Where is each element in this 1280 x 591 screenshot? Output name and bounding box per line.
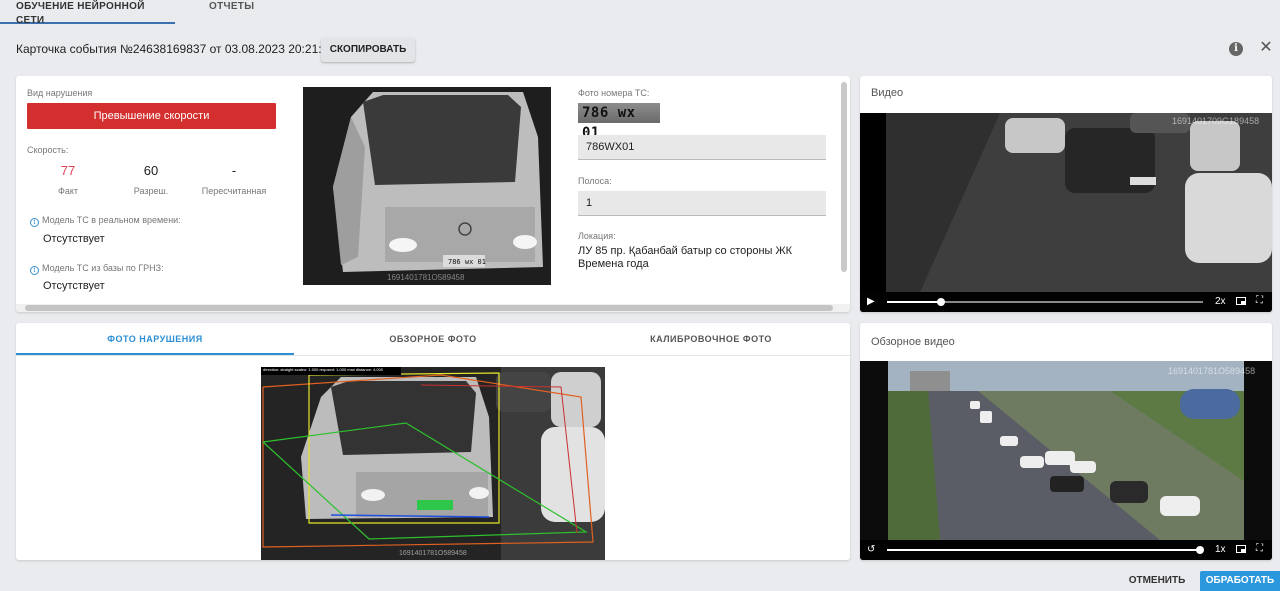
- fullscreen-icon[interactable]: ⛶: [1256, 295, 1263, 306]
- violation-photo-watermark: 1691401781O589458: [399, 550, 467, 557]
- fullscreen-icon[interactable]: ⛶: [1256, 543, 1263, 554]
- vehicle-photo[interactable]: 786 wx 01 1691401781O589458: [303, 87, 551, 285]
- top-tabs: ОБУЧЕНИЕ НЕЙРОННОЙ СЕТИ ОТЧЕТЫ: [0, 0, 265, 26]
- tab-overview-photo[interactable]: ОБЗОРНОЕ ФОТО: [294, 323, 572, 355]
- video-progress[interactable]: [887, 298, 1203, 306]
- horizontal-scrollbar[interactable]: [16, 304, 850, 312]
- photo-tabs-card: ФОТО НАРУШЕНИЯ ОБЗОРНОЕ ФОТО КАЛИБРОВОЧН…: [16, 323, 850, 560]
- overview-video-speed[interactable]: 1x: [1215, 544, 1226, 555]
- overview-video-player[interactable]: 1691401781O589458 ↺ 1x ⛶: [860, 361, 1272, 560]
- event-info-card: Вид нарушения Превышение скорости Скорос…: [16, 76, 850, 312]
- overview-video-progress-fill: [887, 549, 1200, 551]
- info-small-icon: i: [30, 266, 39, 275]
- video-frame: [860, 113, 1272, 292]
- vertical-scrollbar[interactable]: [841, 82, 847, 272]
- tab-neural-training[interactable]: ОБУЧЕНИЕ НЕЙРОННОЙ СЕТИ: [0, 0, 175, 26]
- video-progress-fill: [887, 301, 941, 303]
- picture-in-picture-icon[interactable]: [1236, 545, 1246, 553]
- overview-video-title: Обзорное видео: [871, 336, 955, 348]
- photo-watermark: 1691401781O589458: [387, 273, 465, 282]
- model-db-label: i Модель ТС из базы по ГРНЗ:: [30, 263, 164, 275]
- violation-type-badge: Превышение скорости: [27, 103, 276, 129]
- overview-video-progress[interactable]: [887, 546, 1204, 554]
- lane-label: Полоса:: [578, 176, 612, 186]
- location-label: Локация:: [578, 231, 616, 241]
- speed-label: Скорость:: [27, 145, 69, 155]
- vehicle-photo-image: 786 wx 01: [303, 87, 551, 285]
- overview-video-watermark: 1691401781O589458: [1168, 366, 1256, 376]
- speed-fact-caption: Факт: [57, 186, 78, 196]
- horizontal-scrollbar-thumb[interactable]: [25, 305, 833, 311]
- video-card: Видео 1691401709G189458 ▶ 2x ⛶: [860, 76, 1272, 312]
- overview-video-progress-knob[interactable]: [1195, 546, 1204, 554]
- speed-allowed-caption: Разреш.: [133, 186, 169, 196]
- model-db-value: Отсутствует: [43, 280, 105, 292]
- video-player[interactable]: 1691401709G189458 ▶ 2x ⛶: [860, 113, 1272, 312]
- tabs-divider: [16, 355, 850, 356]
- info-icon[interactable]: i: [1229, 42, 1243, 56]
- overview-video-card: Обзорное видео 1691401781O589458 ↺ 1x ⛶: [860, 323, 1272, 560]
- plate-photo-label: Фото номера ТС:: [578, 88, 650, 98]
- speed-fact-value: 77: [60, 163, 76, 178]
- info-small-icon: i: [30, 218, 39, 227]
- video-progress-knob[interactable]: [936, 298, 945, 306]
- video-title: Видео: [871, 87, 904, 99]
- overview-video-controls: ↺ 1x ⛶: [860, 540, 1272, 560]
- violation-photo[interactable]: direction: straight scaleo: 1.000 requse…: [261, 367, 605, 560]
- replay-icon[interactable]: ↺: [867, 544, 875, 555]
- cancel-button[interactable]: ОТМЕНИТЬ: [1124, 571, 1190, 591]
- overview-video-frame: [860, 361, 1272, 540]
- speed-allowed-value: 60: [143, 163, 159, 178]
- plate-number-field[interactable]: 786WX01: [578, 135, 826, 160]
- lane-field[interactable]: 1: [578, 191, 826, 216]
- process-button[interactable]: ОБРАБОТАТЬ: [1200, 571, 1280, 591]
- model-realtime-value: Отсутствует: [43, 233, 105, 245]
- tab-violation-photo[interactable]: ФОТО НАРУШЕНИЯ: [16, 323, 294, 355]
- video-controls: ▶ 2x ⛶: [860, 292, 1272, 312]
- video-speed[interactable]: 2x: [1215, 296, 1226, 307]
- close-icon[interactable]: ✕: [1258, 40, 1274, 56]
- speed-recalc-value: -: [231, 163, 237, 178]
- picture-in-picture-icon[interactable]: [1236, 297, 1246, 305]
- plate-photo: 786 wx 01: [578, 103, 660, 141]
- copy-button[interactable]: СКОПИРОВАТЬ: [321, 38, 415, 62]
- model-realtime-label: i Модель ТС в реальном времени:: [30, 215, 181, 227]
- violation-type-label: Вид нарушения: [27, 88, 93, 98]
- tab-calibration-photo[interactable]: КАЛИБРОВОЧНОЕ ФОТО: [572, 323, 850, 355]
- tab-reports[interactable]: ОТЧЕТЫ: [175, 0, 265, 24]
- svg-text:786 wx 01: 786 wx 01: [448, 258, 486, 266]
- location-value: ЛУ 85 пр. Қабанбай батыр со стороны ЖК В…: [578, 245, 793, 270]
- violation-photo-image: [261, 367, 605, 560]
- speed-recalc-caption: Пересчитанная: [201, 186, 267, 196]
- video-watermark: 1691401709G189458: [1172, 116, 1260, 126]
- violation-photo-overlay: direction: straight scaleo: 1.000 requse…: [263, 367, 384, 372]
- play-icon[interactable]: ▶: [867, 296, 875, 307]
- event-card-title: Карточка события №24638169837 от 03.08.2…: [16, 42, 335, 56]
